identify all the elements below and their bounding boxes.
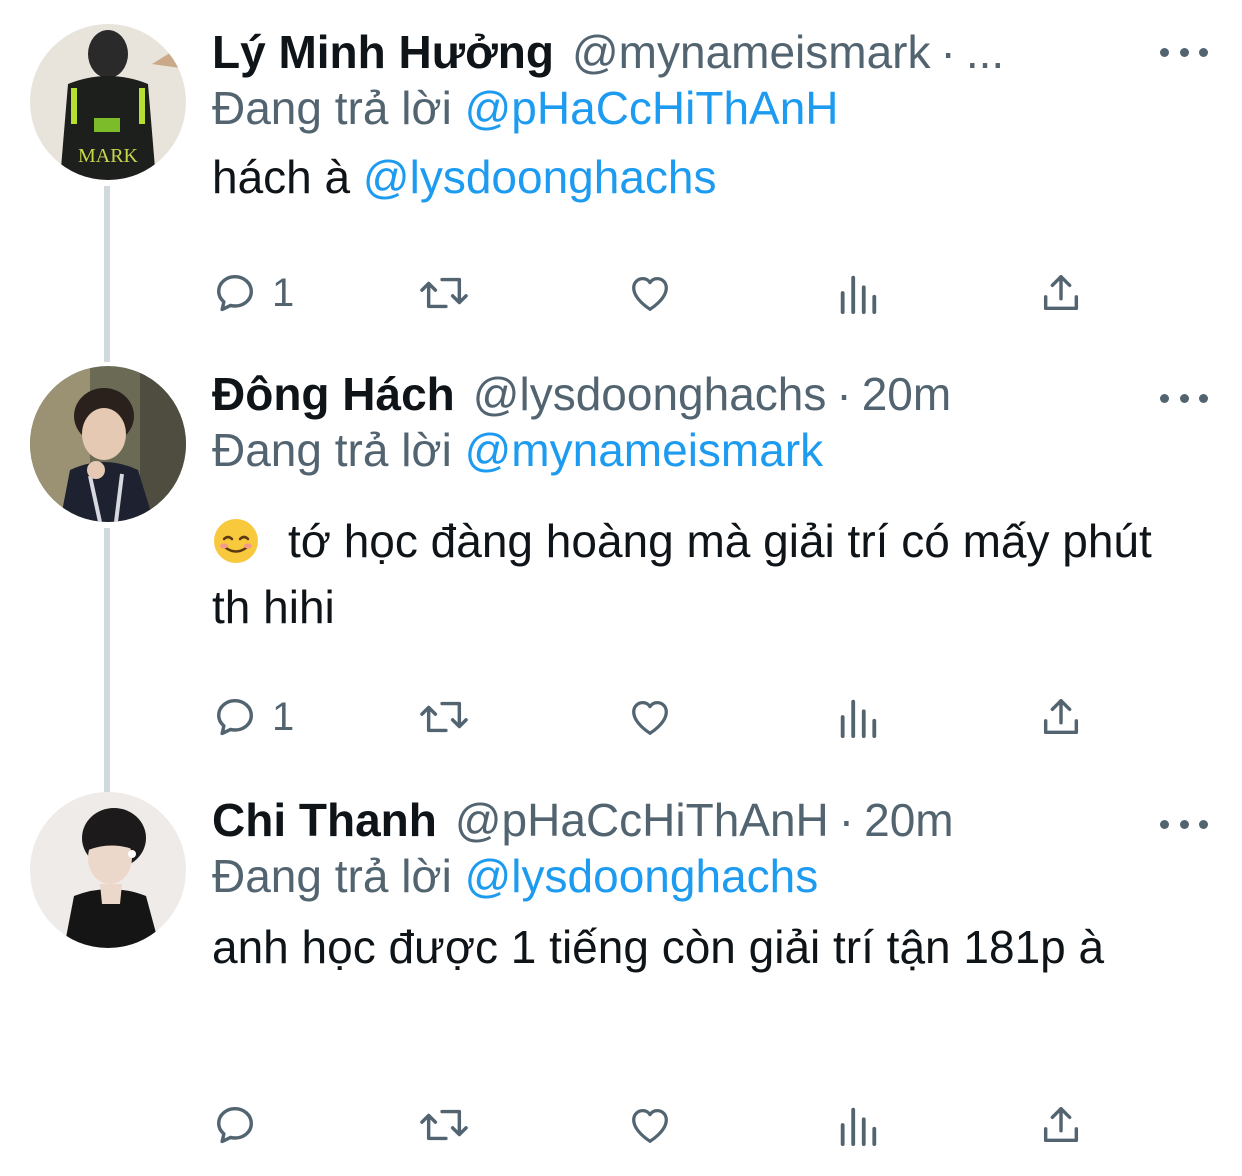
user-handle[interactable]: @pHaCcHiThAnH [455,792,829,848]
retweet-icon [420,277,468,309]
heart-icon [632,1108,668,1143]
share-button[interactable] [1038,1100,1084,1150]
avatar-image [30,792,186,948]
replying-to-line: Đang trả lời @lysdoonghachs [212,848,1202,904]
reply-button[interactable] [212,1100,272,1150]
views-button[interactable] [836,692,880,742]
retweet-button[interactable] [416,1100,472,1150]
action-bar: 1 [212,692,1092,742]
tweet-1[interactable]: MARK Lý Minh Hưởng @mynameismark · ... Đ… [0,24,1242,362]
share-icon [1043,274,1079,311]
user-handle[interactable]: @mynameismark [572,24,931,80]
avatar-column [30,792,186,948]
tweet-3[interactable]: Chi Thanh @pHaCcHiThAnH · 20m Đang trả l… [0,792,1242,1176]
analytics-icon [840,275,877,315]
views-button[interactable] [836,1100,880,1150]
tweet-content: Chi Thanh @pHaCcHiThAnH · 20m Đang trả l… [212,792,1202,980]
timestamp[interactable]: 20m [864,792,953,848]
separator-dot: · [940,26,956,78]
separator-dot: · [836,368,852,420]
smiling-face-emoji [214,519,258,563]
analytics-icon [840,699,877,739]
display-name[interactable]: Đông Hách [212,366,455,422]
avatar-column: MARK [30,24,186,180]
analytics-icon [840,1107,877,1147]
timestamp[interactable]: ... [966,24,1004,80]
separator-dot: · [838,794,855,846]
tweet-content: Đông Hách @lysdoonghachs · 20m Đang trả … [212,366,1202,640]
avatar[interactable]: MARK [30,24,186,180]
like-button[interactable] [626,692,674,742]
retweet-icon [420,701,468,733]
more-icon[interactable] [1160,40,1208,64]
share-button[interactable] [1038,268,1084,318]
more-icon[interactable] [1160,812,1208,836]
user-handle[interactable]: @lysdoonghachs [473,366,827,422]
replying-to-line: Đang trả lời @pHaCcHiThAnH [212,80,1202,136]
replying-to-mention[interactable]: @lysdoonghachs [465,850,819,902]
avatar[interactable] [30,792,186,948]
tweet-text: hách à @lysdoonghachs [212,144,1202,210]
views-button[interactable] [836,268,880,318]
heart-icon [632,700,668,735]
avatar-column [30,366,186,522]
share-icon [1043,1106,1079,1143]
avatar[interactable] [30,366,186,522]
tweet-header: Chi Thanh @pHaCcHiThAnH · 20m [212,792,1202,848]
like-button[interactable] [626,268,674,318]
replying-to-label: Đang trả lời [212,82,452,134]
tweet-header: Đông Hách @lysdoonghachs · 20m [212,366,1202,422]
share-button[interactable] [1038,692,1084,742]
thread-connector [104,528,110,792]
tweet-header: Lý Minh Hưởng @mynameismark · ... [212,24,1202,80]
reply-button[interactable]: 1 [212,692,294,742]
tweet-content: Lý Minh Hưởng @mynameismark · ... Đang t… [212,24,1202,210]
retweet-button[interactable] [416,268,472,318]
timestamp[interactable]: 20m [862,366,951,422]
heart-icon [632,276,668,311]
more-icon[interactable] [1160,386,1208,410]
retweet-button[interactable] [416,692,472,742]
reply-icon [216,274,254,312]
replying-to-line: Đang trả lời @mynameismark [212,422,1202,478]
tweet-2[interactable]: Đông Hách @lysdoonghachs · 20m Đang trả … [0,366,1242,792]
tweet-text-body: tớ học đàng hoàng mà giải trí có mấy phú… [212,515,1152,633]
reply-button[interactable]: 1 [212,268,294,318]
reply-count: 1 [272,695,295,739]
tweet-text: tớ học đàng hoàng mà giải trí có mấy phú… [212,508,1202,640]
tweet-text: anh học được 1 tiếng còn giải trí tận 18… [212,914,1112,980]
tweet-text-body: hách à [212,151,363,203]
action-bar: 1 [212,268,1092,318]
reply-icon [216,1106,254,1144]
like-button[interactable] [626,1100,674,1150]
retweet-icon [420,1109,468,1141]
tweet-mention[interactable]: @lysdoonghachs [363,151,717,203]
reply-icon [216,698,254,736]
display-name[interactable]: Chi Thanh [212,792,437,848]
jersey-text: MARK [78,145,139,167]
replying-to-mention[interactable]: @mynameismark [465,424,824,476]
replying-to-label: Đang trả lời [212,424,452,476]
action-bar [212,1100,1092,1150]
replying-to-mention[interactable]: @pHaCcHiThAnH [465,82,839,134]
avatar-image: MARK [30,24,186,180]
thread-connector [104,186,110,362]
reply-count: 1 [272,271,295,315]
display-name[interactable]: Lý Minh Hưởng [212,24,554,80]
replying-to-label: Đang trả lời [212,850,452,902]
avatar-image [30,366,186,522]
tweet-text-body: anh học được 1 tiếng còn giải trí tận 18… [212,921,1105,973]
share-icon [1043,698,1079,735]
